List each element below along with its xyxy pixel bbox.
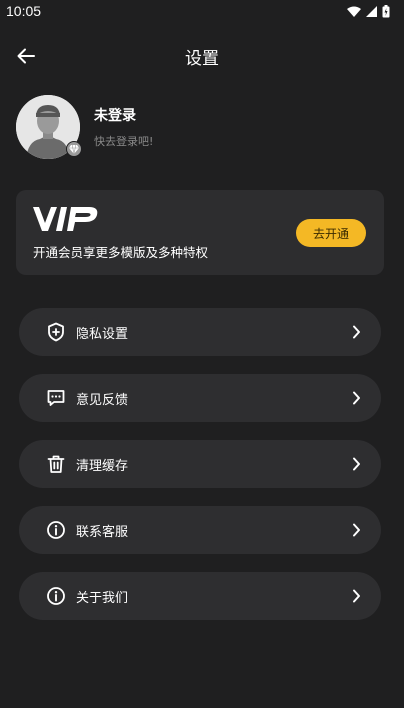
- profile-section[interactable]: 未登录 快去登录吧!: [16, 94, 386, 160]
- status-bar: 10:05: [0, 0, 404, 22]
- battery-icon: [382, 4, 390, 17]
- diamond-badge-icon: [66, 141, 82, 157]
- profile-name: 未登录: [94, 108, 136, 124]
- feedback-icon: [45, 387, 67, 409]
- status-time: 10:05: [6, 3, 42, 19]
- back-button[interactable]: [10, 40, 42, 72]
- menu-item-label: 意见反馈: [76, 392, 129, 408]
- info-icon: [45, 519, 67, 541]
- vip-description: 开通会员享更多模版及多种特权: [33, 245, 209, 260]
- menu-item-feedback[interactable]: 意见反馈: [19, 374, 381, 422]
- chevron-right-icon: [349, 589, 363, 603]
- menu-item-contact-support[interactable]: 联系客服: [19, 506, 381, 554]
- app-bar: 设置: [0, 34, 404, 78]
- page-title: 设置: [185, 48, 219, 69]
- vip-logo: [33, 207, 98, 231]
- vip-card[interactable]: 开通会员享更多模版及多种特权 去开通: [16, 190, 384, 275]
- trash-icon: [45, 453, 67, 475]
- settings-menu: 隐私设置 意见反馈 清理缓存 联系客服 关于我们: [19, 308, 381, 638]
- menu-item-clear-cache[interactable]: 清理缓存: [19, 440, 381, 488]
- open-vip-button[interactable]: 去开通: [296, 219, 366, 247]
- arrow-left-icon: [17, 48, 35, 64]
- info-icon: [45, 585, 67, 607]
- chevron-right-icon: [349, 523, 363, 537]
- avatar[interactable]: [16, 95, 82, 159]
- chevron-right-icon: [349, 457, 363, 471]
- menu-item-label: 清理缓存: [76, 458, 129, 474]
- menu-item-privacy[interactable]: 隐私设置: [19, 308, 381, 356]
- signal-icon: [366, 5, 377, 17]
- chevron-right-icon: [349, 325, 363, 339]
- menu-item-about-us[interactable]: 关于我们: [19, 572, 381, 620]
- status-icons: [347, 4, 390, 18]
- menu-item-label: 联系客服: [76, 524, 129, 540]
- menu-item-label: 关于我们: [76, 590, 129, 606]
- menu-item-label: 隐私设置: [76, 326, 129, 342]
- shield-icon: [45, 321, 67, 343]
- wifi-icon: [347, 6, 361, 17]
- profile-subtitle: 快去登录吧!: [94, 135, 154, 148]
- chevron-right-icon: [349, 391, 363, 405]
